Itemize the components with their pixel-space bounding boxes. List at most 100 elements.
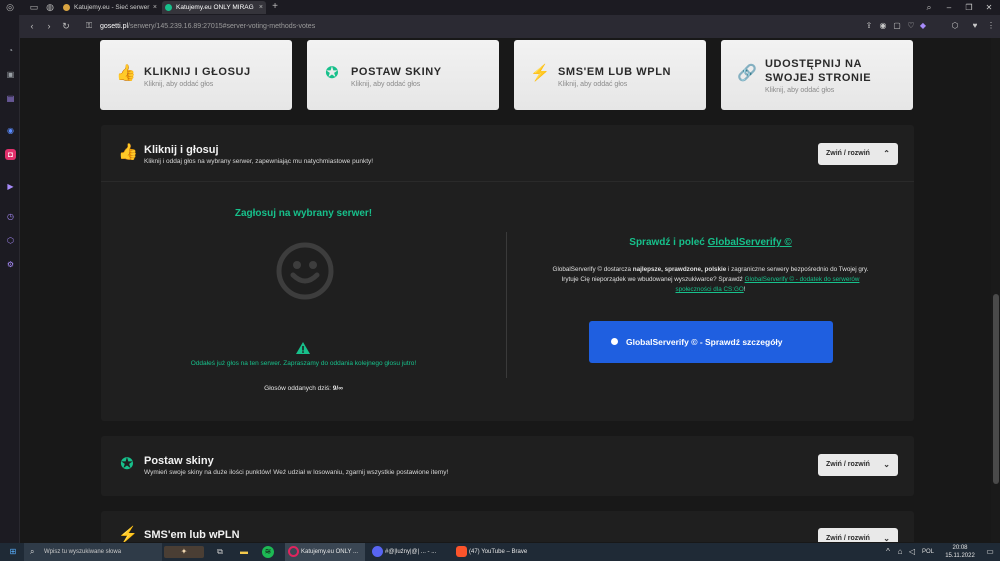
restore-icon[interactable]: ❐ <box>958 0 980 15</box>
taskbar-app-brave[interactable]: (47) YouTube – Brave <box>453 543 533 561</box>
screenshot-icon[interactable]: ▢ <box>892 21 902 31</box>
globalserverify-panel: Sprawdź i poleć GlobalServerify © Global… <box>507 182 914 422</box>
chevron-up-icon: ⌃ <box>883 149 890 158</box>
tab-katujemy-active[interactable]: Katujemy.eu ONLY MIRAG × <box>162 1 266 14</box>
history-icon[interactable]: ◷ <box>5 211 16 222</box>
expand-toggle-button[interactable]: Zwiń / rozwiń ⌄ <box>818 454 898 476</box>
method-title: SMS'EM LUB WPLN <box>558 66 672 78</box>
close-tab-icon[interactable]: × <box>259 1 263 14</box>
promo-text: i zagraniczne serwery bezpośrednio do Tw… <box>726 266 869 273</box>
scrollbar[interactable] <box>991 38 1000 542</box>
instagram-icon[interactable]: ◘ <box>5 149 16 160</box>
toggle-label: Zwiń / rozwiń <box>826 535 870 542</box>
skins-section: ✪ Postaw skiny Wymień swoje skiny na duż… <box>101 436 914 496</box>
close-tab-icon[interactable]: × <box>153 1 157 14</box>
chevron-down-icon: ⌄ <box>883 460 890 469</box>
task-view-icon[interactable]: ⧉ <box>214 546 226 558</box>
page-content: 👍 KLIKNIJ I GŁOSUJ Kliknij, aby oddać gł… <box>21 38 1000 542</box>
method-title: KLIKNIJ I GŁOSUJ <box>144 66 251 78</box>
promo-addon-link-cont[interactable]: społeczności dla CS:GO <box>676 286 744 293</box>
method-subtitle: Kliknij, aby oddać głos <box>558 81 628 88</box>
bolt-icon: ⚡ <box>118 527 138 542</box>
notifications-icon[interactable]: ▭ <box>984 546 996 558</box>
scrollbar-thumb[interactable] <box>993 294 999 484</box>
search-highlight-icon[interactable]: ✦ <box>164 546 204 558</box>
twitch-icon[interactable]: ▤ <box>5 93 16 104</box>
forward-icon[interactable]: › <box>43 20 55 32</box>
button-label: GlobalServerify © - Sprawdź szczegóły <box>626 337 783 347</box>
section-description: Wymień swoje skiny na duże ilości punktó… <box>144 469 449 476</box>
new-tab-button[interactable]: + <box>270 2 280 12</box>
clock-date: 15.11.2022 <box>945 553 975 559</box>
network-icon[interactable]: ⌂ <box>894 546 906 558</box>
method-subtitle: Kliknij, aby oddać głos <box>144 81 214 88</box>
globe-icon[interactable]: ◍ <box>45 2 55 12</box>
brave-icon <box>456 546 467 557</box>
promo-line3: społeczności dla CS:GO! <box>507 286 914 293</box>
spotify-icon[interactable]: ≋ <box>262 546 274 558</box>
toggle-label: Zwiń / rozwiń <box>826 461 870 468</box>
promo-line1: GlobalServerify © dostarcza najlepsze, s… <box>507 266 914 273</box>
shopping-bag-icon[interactable]: ▣ <box>5 69 16 80</box>
promo-addon-link[interactable]: GlobalServerify © - dodatek do serwerów <box>745 276 860 283</box>
method-card-share[interactable]: 🔗 UDOSTĘPNIJ NA SWOJEJ STRONIE Kliknij, … <box>721 40 913 110</box>
tab-katujemy[interactable]: Katujemy.eu - Sieć serwer × <box>60 1 160 14</box>
search-tabs-icon[interactable]: ⌕ <box>924 2 934 12</box>
taskbar-app-discord[interactable]: #@|luźny|@| ... - ... <box>369 543 449 561</box>
promo-heading-link[interactable]: GlobalServerify © <box>708 237 792 248</box>
taskbar: ⊞ ⌕ Wpisz tu wyszukiwane słowa ✦ ⧉ ▬ ≋ K… <box>0 543 1000 561</box>
minimize-icon[interactable]: – <box>938 0 960 15</box>
browser-logo-icon[interactable]: ◎ <box>5 2 15 12</box>
box-icon[interactable]: ⬡ <box>950 21 960 31</box>
vote-section: 👍 Kliknij i głosuj Kliknij i oddaj głos … <box>101 125 914 421</box>
bookmark-icon[interactable]: ♡ <box>906 21 916 31</box>
tab-label: Katujemy.eu ONLY MIRAG <box>176 4 254 11</box>
heart-icon[interactable]: ♥ <box>970 21 980 31</box>
chevron-up-icon[interactable]: ^ <box>882 546 894 558</box>
settings-icon[interactable]: ⚙ <box>5 259 16 270</box>
windows-start-icon[interactable]: ⊞ <box>7 546 19 558</box>
volume-icon[interactable]: ◁ <box>906 546 918 558</box>
share-icon[interactable]: ⇪ <box>864 21 874 31</box>
close-window-icon[interactable]: ✕ <box>978 0 1000 15</box>
collapse-toggle-button[interactable]: Zwiń / rozwiń ⌃ <box>818 143 898 165</box>
section-title: Kliknij i głosuj <box>144 144 219 156</box>
taskbar-search-box[interactable]: ⌕ Wpisz tu wyszukiwane słowa <box>24 543 162 561</box>
method-card-sms[interactable]: ⚡ SMS'EM LUB WPLN Kliknij, aby oddać gło… <box>514 40 706 110</box>
clock[interactable]: 20:08 15.11.2022 <box>945 543 975 561</box>
discord-icon <box>372 546 383 557</box>
promo-text: Irytuje Cię nieporządek we wbudowanej wy… <box>561 276 745 283</box>
method-card-skins[interactable]: ✪ POSTAW SKINY Kliknij, aby oddać głos <box>307 40 499 110</box>
method-card-click-vote[interactable]: 👍 KLIKNIJ I GŁOSUJ Kliknij, aby oddać gł… <box>100 40 292 110</box>
bolt-icon: ⚡ <box>530 65 550 82</box>
file-explorer-icon[interactable]: ▬ <box>238 546 250 558</box>
expand-toggle-button[interactable]: Zwiń / rozwiń ⌄ <box>818 528 898 542</box>
player-icon[interactable]: ▶ <box>5 181 16 192</box>
reload-icon[interactable]: ↻ <box>60 20 72 32</box>
app-label: Katujemy.eu ONLY ... <box>301 549 359 555</box>
globalserverify-details-button[interactable]: GlobalServerify © - Sprawdź szczegóły <box>589 321 833 363</box>
search-icon: ⌕ <box>30 547 35 556</box>
sidebar-toggle-icon[interactable]: ▭ <box>29 2 39 12</box>
thumbs-up-icon: 👍 <box>116 65 136 82</box>
messenger-icon[interactable]: ◉ <box>5 125 16 136</box>
browser-side-panel: ◔ ▣ ▤ ◉ ◘ ▶ ◷ ⬡ ⚙ <box>0 15 20 543</box>
votes-today-label: Głosów oddanych dziś: <box>264 385 331 392</box>
cube-icon[interactable]: ⬡ <box>5 235 16 246</box>
back-icon[interactable]: ‹ <box>26 20 38 32</box>
language-indicator[interactable]: POL <box>922 543 934 561</box>
vote-heading: Zagłosuj na wybrany serwer! <box>234 208 373 219</box>
smiley-icon <box>276 242 334 300</box>
votes-today: Głosów oddanych dziś: 9/∞ <box>101 385 506 392</box>
url-path: /serwery/145.239.16.89:27015#server-voti… <box>128 23 316 30</box>
toggle-label: Zwiń / rozwiń <box>826 150 870 157</box>
speed-dial-icon[interactable]: ◔ <box>5 45 16 56</box>
menu-icon[interactable]: ⋮ <box>986 21 996 31</box>
extension-icon[interactable]: ◆ <box>918 21 928 31</box>
method-subtitle: Kliknij, aby oddać głos <box>765 87 835 94</box>
camera-icon[interactable]: ◉ <box>878 21 888 31</box>
site-info-icon[interactable]: ⚿ <box>83 20 95 32</box>
method-subtitle: Kliknij, aby oddać głos <box>351 81 421 88</box>
taskbar-app-browser[interactable]: Katujemy.eu ONLY ... <box>285 543 365 561</box>
url-field[interactable]: gosetti.pl/serwery/145.239.16.89:27015#s… <box>100 20 315 33</box>
